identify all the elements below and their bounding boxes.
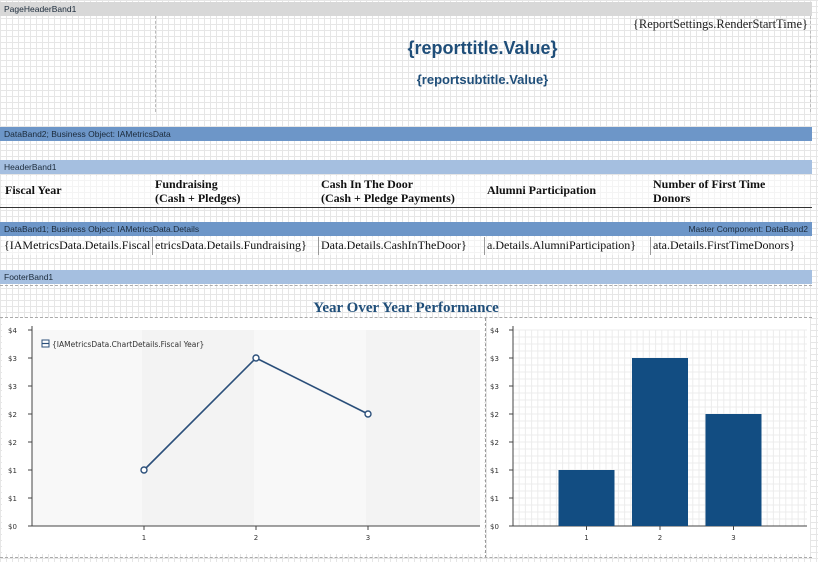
column-header-cash-line2: (Cash + Pledge Payments) [321,191,455,205]
footer-guide-bottom [0,557,812,558]
column-header-alumni-text: Alumni Participation [487,183,597,197]
chart-divider [485,318,486,558]
line-chart-legend[interactable]: {IAMetricsData.ChartDetails.Fiscal Year} [41,339,204,349]
chart-title[interactable]: Year Over Year Performance [2,300,810,317]
column-header-cash[interactable]: Cash In The Door (Cash + Pledge Payments… [318,176,484,208]
column-header-alumni[interactable]: Alumni Participation [484,176,650,208]
report-subtitle[interactable]: {reportsubtitle.Value} [155,72,810,87]
bar-chart-x-tick-label: 2 [658,534,662,542]
line-chart-point [252,354,260,362]
footer-band-label: FooterBand1 [4,272,54,282]
line-chart-band [142,330,254,526]
bar-chart-y-tick-label: $1 [490,495,499,503]
bar-chart-y-tick-label: $2 [490,439,499,447]
bar-chart-x-tick-label: 3 [731,534,735,542]
column-header-fundraising-line1: Fundraising [155,177,218,191]
line-chart-point [364,410,372,418]
column-header-cash-line1: Cash In The Door [321,177,414,191]
line-chart-x-tick-label: 2 [254,534,258,542]
bar-chart-bar [558,470,615,526]
report-title[interactable]: {reporttitle.Value} [155,38,810,59]
footer-guide-top [0,285,812,286]
bar-chart-y-tick-label: $3 [490,383,499,391]
data-cell-fiscal-year[interactable]: {IAMetricsData.Details.Fiscal [2,237,152,255]
column-header-fiscal-year-text: Fiscal Year [5,183,62,197]
bar-chart-y-tick-label: $1 [490,467,499,475]
line-chart-legend-label: {IAMetricsData.ChartDetails.Fiscal Year} [52,340,204,349]
data-band1-label: DataBand1; Business Object: IAMetricsDat… [4,224,200,234]
header-band-label: HeaderBand1 [4,162,57,172]
header-underline [0,207,812,208]
data-band1-master: Master Component: DataBand2 [688,224,808,234]
bar-chart-y-tick-label: $3 [490,355,499,363]
column-header-donors[interactable]: Number of First Time Donors [650,176,810,208]
line-chart-y-tick-label: $4 [8,327,17,335]
line-chart-x-tick-label: 1 [142,534,146,542]
header-guide-left [155,16,156,112]
data-cell-alumni[interactable]: a.Details.AlumniParticipation} [484,237,650,255]
bar-chart-y-tick-label: $2 [490,411,499,419]
data-band2-label: DataBand2; Business Object: IAMetricsDat… [4,129,171,139]
line-chart-y-tick-label: $3 [8,383,17,391]
line-chart-band [366,330,480,526]
line-chart-y-tick-label: $0 [8,523,17,531]
footer-band[interactable]: FooterBand1 [0,270,812,284]
line-chart-point [140,466,148,474]
bar-chart-y-tick-label: $0 [490,523,499,531]
header-band[interactable]: HeaderBand1 [0,160,812,174]
bar-chart-bar [705,414,762,526]
data-cell-cash[interactable]: Data.Details.CashInTheDoor} [318,237,484,255]
render-time-field[interactable]: {ReportSettings.RenderStartTime} [633,17,808,32]
header-guide-right [810,16,811,112]
bar-chart-y-tick-label: $4 [490,327,499,335]
page-header-band-label: PageHeaderBand1 [4,4,77,14]
page-header-band[interactable]: PageHeaderBand1 [0,2,812,16]
data-cell-fundraising[interactable]: etricsData.Details.Fundraising} [152,237,318,255]
line-chart-y-tick-label: $3 [8,355,17,363]
line-chart-y-tick-label: $2 [8,411,17,419]
column-header-donors-line1: Number of First Time [653,177,766,191]
column-header-donors-line2: Donors [653,191,691,205]
line-chart-x-tick-label: 3 [366,534,370,542]
column-header-fundraising-line2: (Cash + Pledges) [155,191,241,205]
line-chart-y-tick-label: $1 [8,467,17,475]
data-cell-donors[interactable]: ata.Details.FirstTimeDonors} [650,237,810,255]
data-band1[interactable]: DataBand1; Business Object: IAMetricsDat… [0,222,812,236]
column-header-fiscal-year[interactable]: Fiscal Year [2,176,152,208]
line-chart-y-tick-label: $1 [8,495,17,503]
bar-chart[interactable]: $0 $1 $1 $2 $2 $3 $3 $4 1 2 3 [487,318,810,554]
bar-chart-x-tick-label: 1 [584,534,588,542]
bar-chart-bar [632,358,688,526]
line-chart[interactable]: $0 $1 $1 $2 $2 $3 $3 $4 1 2 3 {IAMetricsData.Char… [2,318,484,554]
line-chart-y-tick-label: $2 [8,439,17,447]
column-header-fundraising[interactable]: Fundraising (Cash + Pledges) [152,176,318,208]
data-band2[interactable]: DataBand2; Business Object: IAMetricsDat… [0,127,812,141]
